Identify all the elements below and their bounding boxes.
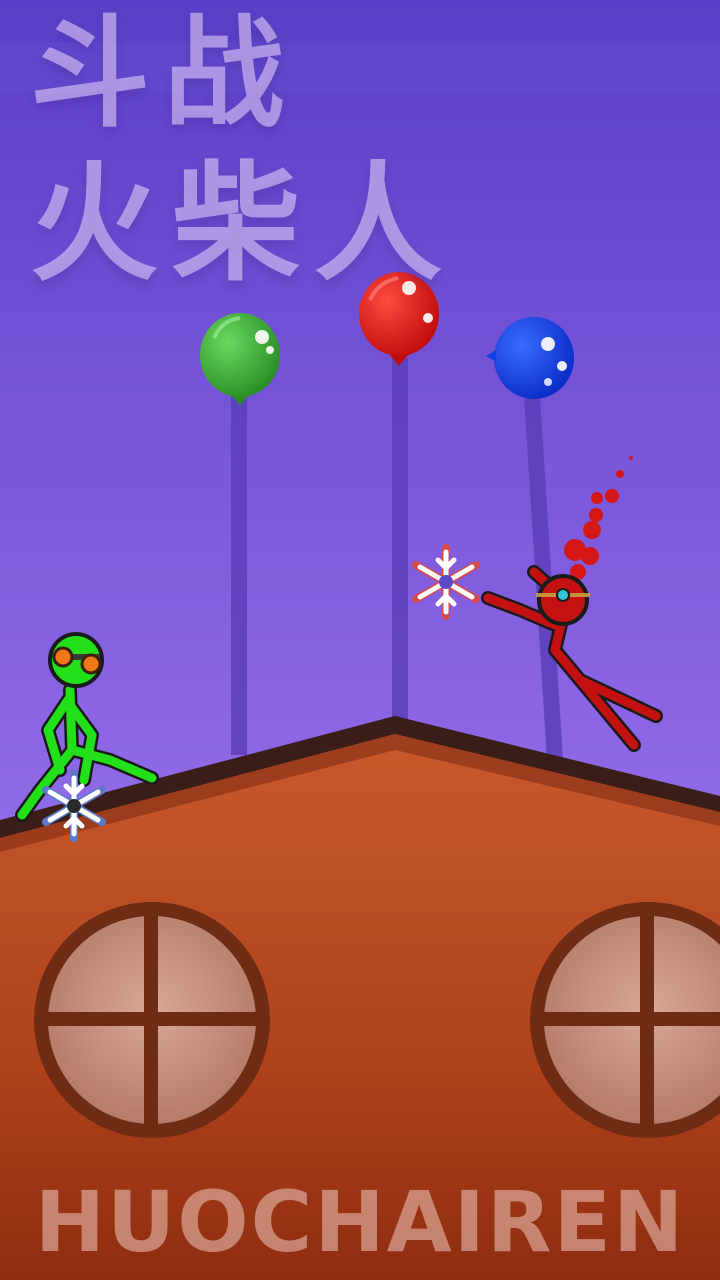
sky-band [0,42,720,92]
green-balloon-pole [231,395,247,755]
red-balloon-pole [392,358,408,728]
game-stage[interactable]: 斗战 火柴人 HUOCHAIREN [0,0,720,1280]
footer-title: HUOCHAIREN [34,1173,686,1271]
game-scene [0,0,720,1280]
round-window-left [34,902,270,1138]
